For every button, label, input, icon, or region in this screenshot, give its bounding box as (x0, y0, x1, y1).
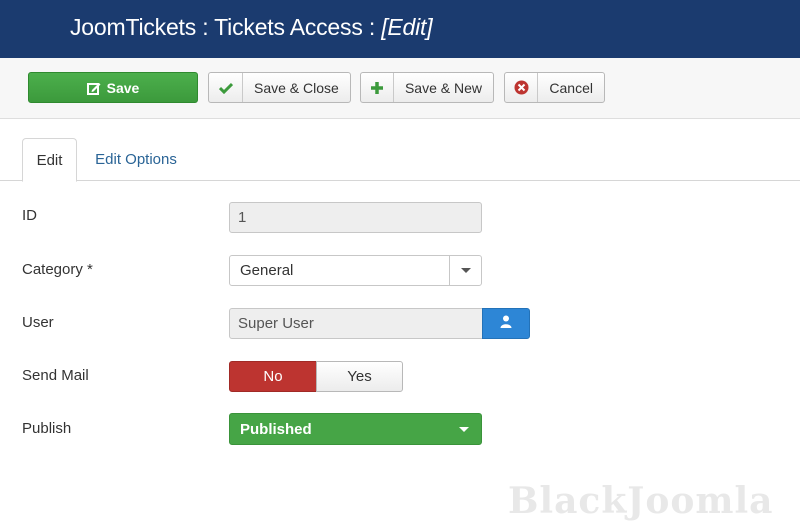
page-header: JoomTickets : Tickets Access : [Edit] (0, 0, 800, 58)
toolbar: Save Save & Close Save & New Cancel (0, 58, 800, 119)
tab-edit[interactable]: Edit (22, 138, 77, 182)
title-action: [Edit] (381, 14, 433, 40)
save-new-button[interactable]: Save & New (360, 72, 494, 103)
page-title: JoomTickets : Tickets Access : [Edit] (70, 14, 433, 41)
id-field[interactable]: 1 (229, 202, 482, 233)
send-mail-yes-toggle[interactable]: Yes (316, 361, 403, 392)
publish-select[interactable]: Published (229, 413, 482, 445)
user-label: User (22, 314, 54, 331)
check-icon (209, 73, 243, 102)
cancel-button[interactable]: Cancel (504, 72, 605, 103)
user-icon (500, 315, 512, 333)
tab-bar: Edit Edit Options (0, 138, 800, 182)
save-button[interactable]: Save (28, 72, 198, 103)
id-label: ID (22, 207, 37, 224)
send-mail-label: Send Mail (22, 367, 89, 384)
title-prefix: JoomTickets : Tickets Access : (70, 14, 382, 40)
save-close-label: Save & Close (254, 79, 339, 96)
category-value: General (240, 262, 294, 279)
edit-icon (86, 73, 101, 102)
watermark-logo: BlackJoomla (508, 480, 774, 522)
category-label: Category * (22, 261, 93, 278)
user-field[interactable]: Super User (229, 308, 483, 339)
send-mail-no-toggle[interactable]: No (229, 361, 317, 392)
save-new-label: Save & New (404, 79, 482, 96)
cancel-circle-icon (505, 73, 539, 102)
select-user-button[interactable] (482, 308, 530, 339)
plus-icon (361, 73, 394, 102)
save-button-label: Save (106, 79, 140, 96)
tab-edit-options[interactable]: Edit Options (88, 138, 184, 181)
category-select[interactable]: General (229, 255, 482, 286)
cancel-label: Cancel (549, 79, 593, 96)
chevron-down-icon (449, 256, 481, 285)
publish-label: Publish (22, 420, 72, 437)
save-close-button[interactable]: Save & Close (208, 72, 351, 103)
chevron-down-icon (459, 427, 469, 432)
publish-value: Published (240, 420, 312, 438)
